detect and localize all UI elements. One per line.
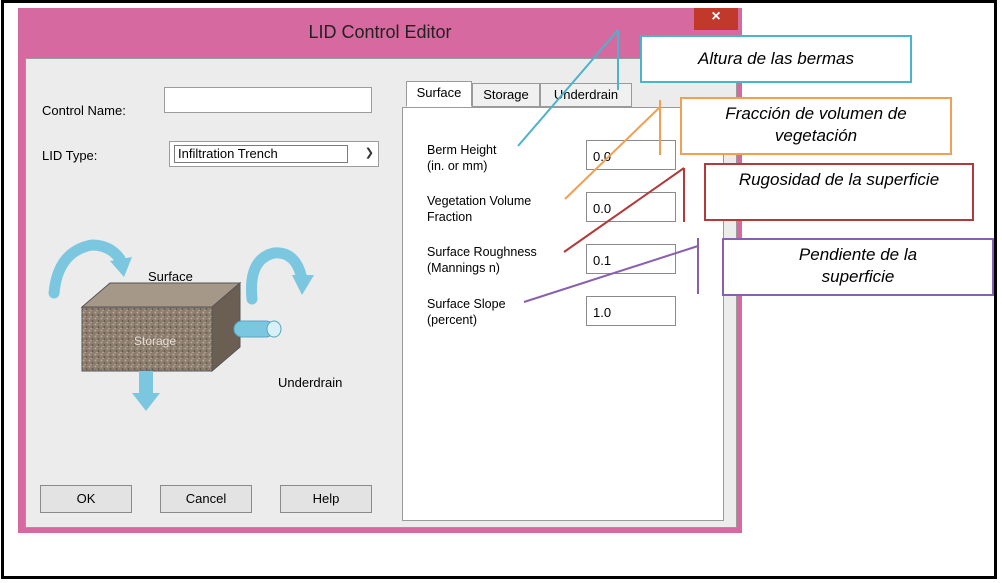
callout-connector-slope: [523, 238, 699, 303]
callout-connector-vegetation: [564, 100, 661, 200]
callout-surface-roughness: Rugosidad de la superficie: [704, 163, 974, 221]
callout-berm-height: Altura de las bermas: [640, 35, 912, 83]
callout-vegetation-fraction: Fracción de volumen de vegetación: [680, 97, 952, 155]
callout-connector-roughness: [563, 167, 685, 253]
callout-surface-slope: Pendiente de la superficie: [722, 238, 994, 296]
callout-connector-berm: [517, 29, 619, 147]
